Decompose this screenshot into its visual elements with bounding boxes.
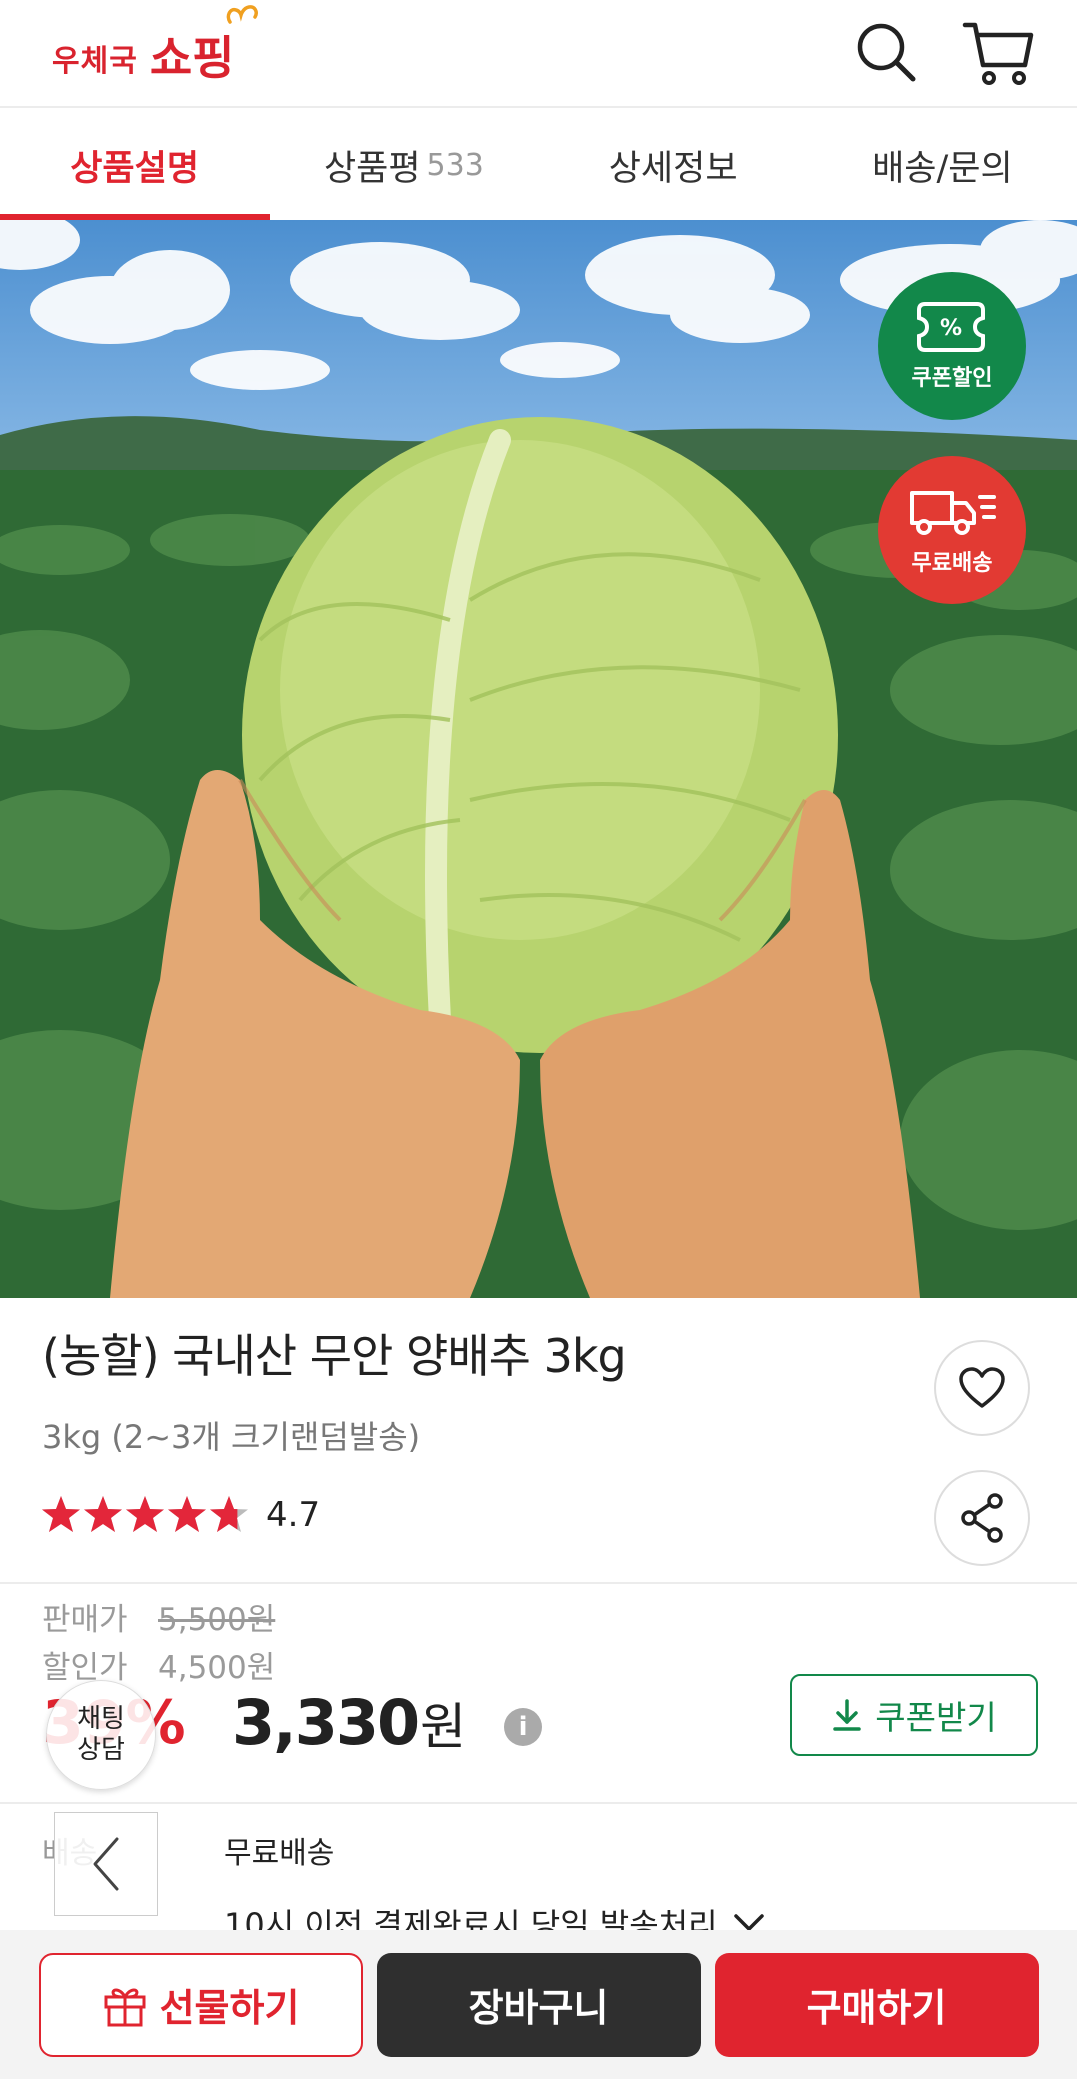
chat-consult-button[interactable]: 채팅 상담 xyxy=(46,1680,156,1790)
discount-price-value: 4,500원 xyxy=(158,1650,276,1686)
logo-shop-label: 쇼핑 xyxy=(149,31,235,85)
tab-reviews[interactable]: 상품평 533 xyxy=(269,110,538,220)
get-coupon-label: 쿠폰받기 xyxy=(875,1698,997,1737)
tab-label: 상세정보 xyxy=(608,148,738,189)
heart-icon xyxy=(959,1367,1005,1408)
wishlist-button[interactable] xyxy=(934,1340,1030,1436)
free-shipping-badge[interactable]: 무료배송 xyxy=(878,456,1026,604)
add-to-cart-button[interactable]: 장바구니 xyxy=(376,1952,701,2057)
product-title: (농할) 국내산 무안 양배추 3kg xyxy=(42,1329,627,1383)
chevron-left-icon xyxy=(93,1837,119,1891)
final-price-unit: 원 xyxy=(420,1697,467,1756)
gift-button[interactable]: 선물하기 xyxy=(38,1952,363,2057)
get-coupon-button[interactable]: 쿠폰받기 xyxy=(790,1674,1038,1756)
tab-shipping-inquiry[interactable]: 배송/문의 xyxy=(808,110,1077,220)
final-price: 3,330 xyxy=(232,1686,420,1759)
sale-price-value: 5,500원 xyxy=(158,1602,276,1638)
shipping-badge-label: 무료배송 xyxy=(911,551,993,576)
buy-now-button[interactable]: 구매하기 xyxy=(714,1952,1039,2057)
product-tabs: 상품설명 상품평 533 상세정보 배송/문의 xyxy=(0,110,1077,220)
bottom-action-bar: 선물하기 장바구니 구매하기 xyxy=(0,1930,1077,2079)
share-icon xyxy=(961,1493,1003,1543)
share-button[interactable] xyxy=(934,1470,1030,1566)
tab-label: 배송/문의 xyxy=(872,148,1013,189)
star-icon xyxy=(42,1496,80,1532)
shop-logo[interactable]: 우체국 쇼핑 xyxy=(52,5,259,94)
chat-label-line1: 채팅 xyxy=(77,1703,125,1734)
cart-icon[interactable] xyxy=(958,12,1038,92)
star-icon xyxy=(210,1496,248,1532)
tab-label: 상품평 xyxy=(323,148,421,189)
sale-price-row: 판매가 5,500원 xyxy=(42,1594,275,1639)
gift-label: 선물하기 xyxy=(159,1986,300,2030)
app-header: 우체국 쇼핑 xyxy=(0,0,1077,108)
rating-stars xyxy=(40,1494,250,1536)
tab-description[interactable]: 상품설명 xyxy=(0,110,271,220)
star-icon xyxy=(126,1496,164,1532)
star-icon xyxy=(84,1496,122,1532)
shipping-value: 무료배송 xyxy=(224,1836,335,1871)
buy-label: 구매하기 xyxy=(806,1986,947,2030)
logo-post-text: 우체국 xyxy=(52,44,138,79)
download-icon xyxy=(833,1699,862,1731)
info-icon[interactable]: i xyxy=(504,1707,543,1746)
coupon-badge-label: 쿠폰할인 xyxy=(911,366,993,391)
product-option: 3kg (2~3개 크기랜덤발송) xyxy=(42,1418,421,1456)
product-image[interactable]: % 쿠폰할인 무료배송 xyxy=(0,220,1077,1298)
discount-price-row: 할인가 4,500원 xyxy=(42,1642,275,1687)
heart-logo-icon xyxy=(227,5,259,24)
delivery-truck-icon xyxy=(910,491,996,535)
tab-label: 상품설명 xyxy=(70,148,200,189)
tab-details[interactable]: 상세정보 xyxy=(539,110,808,220)
gift-icon xyxy=(104,1988,146,2026)
chat-label-line2: 상담 xyxy=(77,1735,125,1765)
rating-value: 4.7 xyxy=(266,1495,321,1535)
divider xyxy=(0,1802,1077,1804)
coupon-symbol: % xyxy=(940,316,962,341)
logo-shop-text: 쇼핑 xyxy=(149,5,259,88)
review-count: 533 xyxy=(426,147,484,183)
product-rating[interactable]: 4.7 xyxy=(40,1494,320,1536)
star-icon xyxy=(168,1496,206,1532)
cart-label: 장바구니 xyxy=(468,1986,609,2030)
search-icon[interactable] xyxy=(846,12,926,92)
coupon-icon: % xyxy=(917,302,985,352)
back-button[interactable] xyxy=(54,1812,158,1916)
divider xyxy=(0,1582,1077,1584)
sale-price-label: 판매가 xyxy=(42,1602,128,1638)
coupon-discount-badge[interactable]: % 쿠폰할인 xyxy=(878,272,1026,420)
